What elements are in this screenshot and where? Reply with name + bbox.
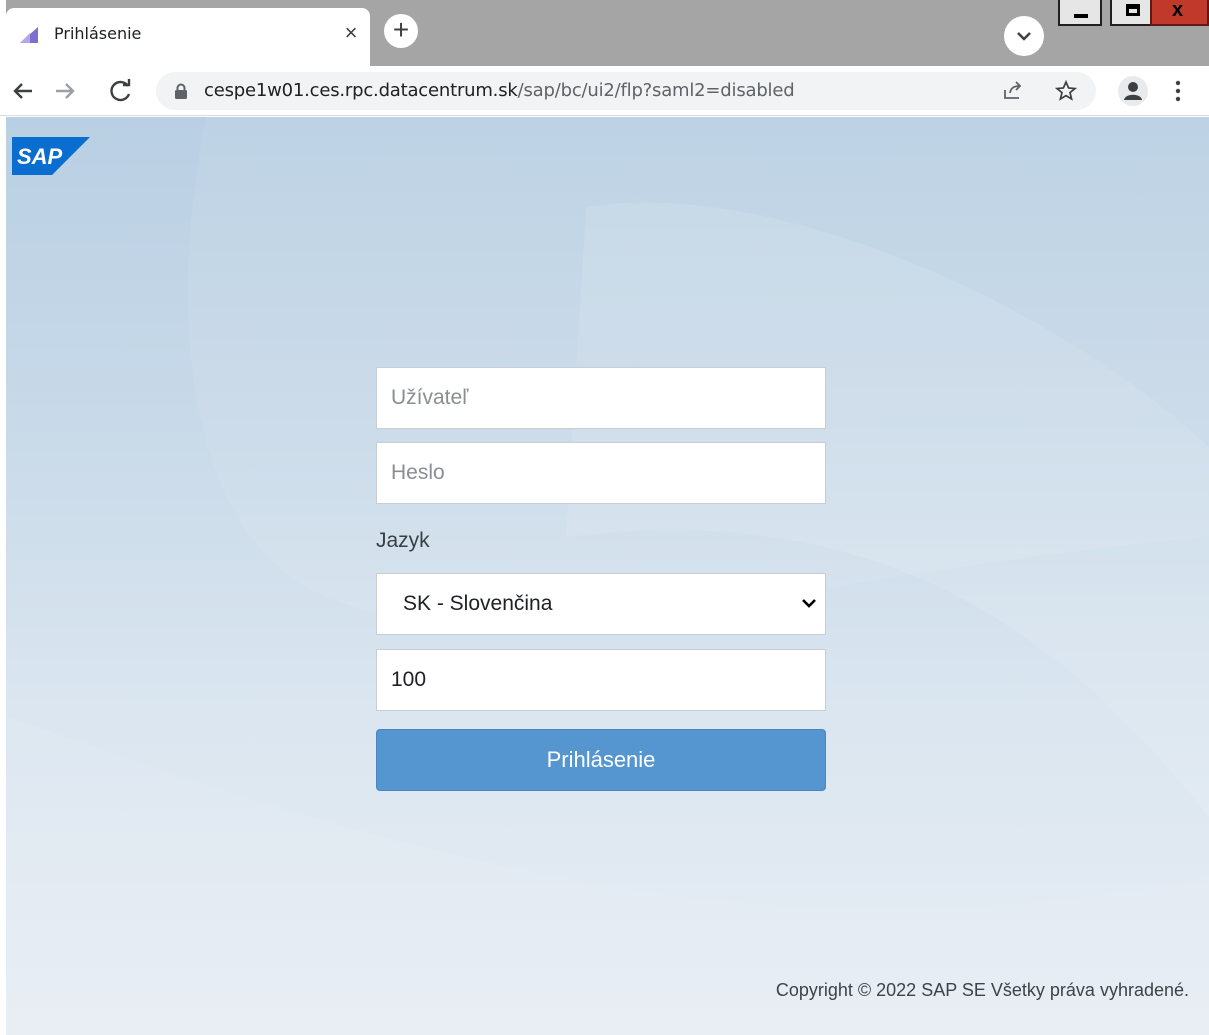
tab-close-icon[interactable]: × bbox=[340, 22, 362, 44]
client-input[interactable] bbox=[376, 649, 826, 711]
browser-toolbar: cespe1w01.ces.rpc.datacentrum.sk/sap/bc/… bbox=[0, 66, 1209, 116]
share-icon[interactable] bbox=[1001, 79, 1025, 103]
url-text[interactable]: cespe1w01.ces.rpc.datacentrum.sk/sap/bc/… bbox=[204, 80, 795, 101]
tab-search-button[interactable] bbox=[1004, 16, 1044, 56]
person-icon bbox=[1124, 82, 1142, 100]
reload-icon[interactable] bbox=[104, 74, 138, 108]
chevron-down-icon bbox=[802, 599, 816, 608]
lock-icon[interactable] bbox=[174, 83, 188, 99]
profile-avatar[interactable] bbox=[1118, 76, 1148, 106]
copyright-text: Copyright © 2022 SAP SE Všetky práva vyh… bbox=[775, 980, 1189, 1000]
tab-title: Prihlásenie bbox=[54, 24, 142, 43]
login-page: SAP Jazyk SK - Slovenčina Prihlásenie Co… bbox=[6, 117, 1209, 1035]
forward-arrow-icon[interactable] bbox=[48, 74, 82, 108]
window-minimize-button[interactable] bbox=[1058, 0, 1102, 26]
browser-menu-icon[interactable] bbox=[1168, 78, 1188, 104]
password-input[interactable] bbox=[376, 442, 826, 504]
chevron-down-icon bbox=[1017, 32, 1031, 41]
sap-logo-text: SAP bbox=[17, 144, 63, 169]
bookmark-star-icon[interactable] bbox=[1054, 79, 1078, 103]
new-tab-button[interactable]: + bbox=[384, 14, 418, 48]
sap-favicon-icon bbox=[20, 27, 38, 43]
browser-tab[interactable]: Prihlásenie × bbox=[6, 8, 370, 66]
address-bar[interactable]: cespe1w01.ces.rpc.datacentrum.sk/sap/bc/… bbox=[156, 72, 1096, 110]
window-maximize-button[interactable] bbox=[1110, 0, 1154, 26]
login-button[interactable]: Prihlásenie bbox=[376, 729, 826, 791]
back-arrow-icon[interactable] bbox=[6, 74, 40, 108]
window-close-button[interactable]: x bbox=[1150, 0, 1209, 26]
username-input[interactable] bbox=[376, 367, 826, 429]
sap-logo: SAP bbox=[12, 137, 90, 175]
language-selected-value: SK - Slovenčina bbox=[403, 592, 553, 615]
language-label: Jazyk bbox=[376, 529, 430, 552]
language-select[interactable]: SK - Slovenčina bbox=[376, 573, 826, 635]
url-host: cespe1w01.ces.rpc.datacentrum.sk bbox=[204, 80, 518, 101]
url-path: /sap/bc/ui2/flp?saml2=disabled bbox=[517, 80, 795, 101]
browser-tab-strip: Prihlásenie × + x bbox=[0, 0, 1209, 66]
